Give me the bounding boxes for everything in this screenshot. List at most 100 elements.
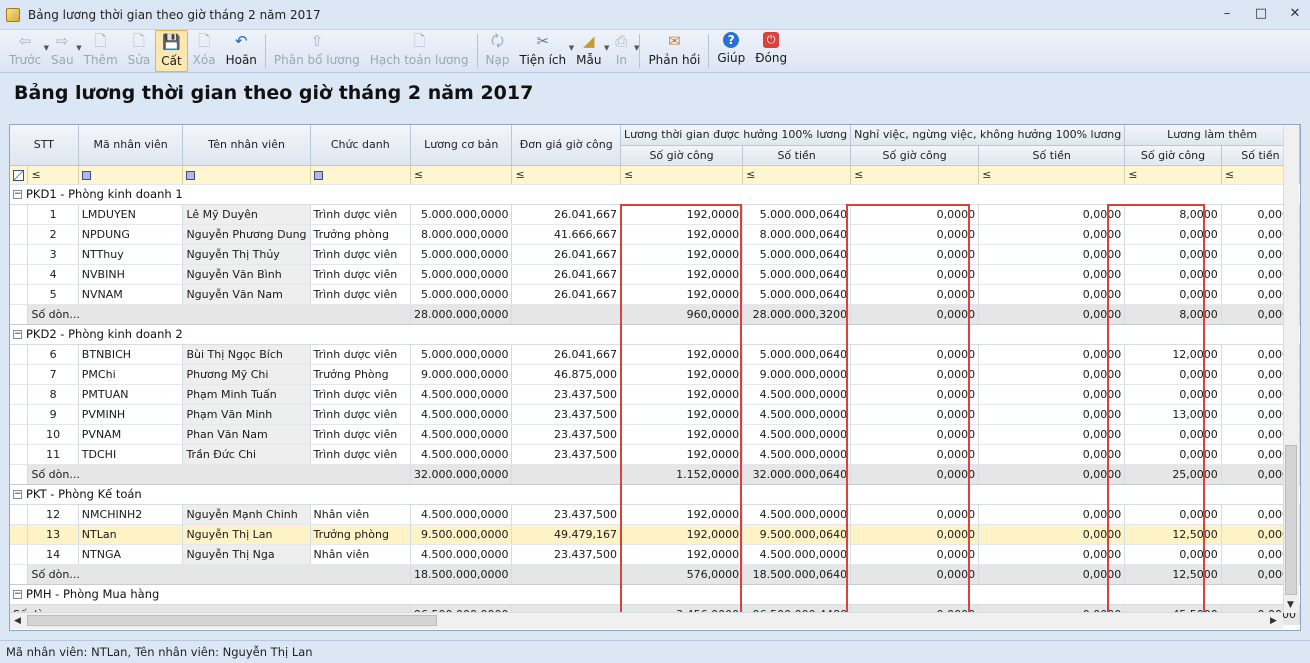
cell-sotien-100[interactable]: 5.000.000,0640 (742, 264, 852, 285)
cell-dongia[interactable]: 26.041,667 (511, 204, 621, 225)
help-button[interactable]: ? Giúp (712, 30, 750, 72)
cell-dongia[interactable]: 46.875,000 (511, 364, 621, 385)
cell-sotien-100[interactable]: 8.000.000,0640 (742, 224, 852, 245)
cell-ten[interactable]: Nguyễn Văn Bình (182, 264, 311, 285)
collapse-icon[interactable]: − (13, 190, 22, 199)
cell-sotien-nghi[interactable]: 0,0000 (978, 284, 1126, 305)
cell-stt[interactable]: 14 (27, 544, 79, 565)
cell-sogio-lamthem[interactable]: 0,0000 (1124, 224, 1222, 245)
cell-dongia[interactable]: 23.437,500 (511, 544, 621, 565)
cell-ma[interactable]: PMTUAN (78, 384, 184, 405)
vertical-scroll-thumb[interactable] (1285, 445, 1297, 595)
save-button[interactable]: 💾 Cất (155, 30, 188, 72)
col-header-ten[interactable]: Tên nhân viên (182, 125, 311, 166)
cell-ten[interactable]: Nguyễn Văn Nam (182, 284, 311, 305)
cell-stt[interactable]: 5 (27, 284, 79, 305)
cell-ma[interactable]: PVMINH (78, 404, 184, 425)
cell-luong[interactable]: 5.000.000,0000 (410, 264, 513, 285)
cell-ma[interactable]: NTNGA (78, 544, 184, 565)
cell-luong[interactable]: 5.000.000,0000 (410, 204, 513, 225)
cell-stt[interactable]: 9 (27, 404, 79, 425)
cell-luong[interactable]: 9.500.000,0000 (410, 524, 513, 545)
cell-stt[interactable]: 2 (27, 224, 79, 245)
cell-ma[interactable]: NTThuy (78, 244, 184, 265)
allocate-button[interactable]: ⇧ Phân bổ lương (269, 30, 365, 72)
table-row[interactable]: 6 BTNBICH Bùi Thị Ngọc Bích Trình dược viên… (10, 344, 1300, 365)
cell-stt[interactable]: 6 (27, 344, 79, 365)
filter-sotien-1[interactable]: ≤ (742, 165, 852, 185)
filter-dongia[interactable]: ≤ (511, 165, 621, 185)
cell-sogio-nghi[interactable]: 0,0000 (850, 224, 980, 245)
cell-chuc[interactable]: Trình dược viên (310, 384, 411, 405)
cell-luong[interactable]: 5.000.000,0000 (410, 284, 513, 305)
cell-sogio-nghi[interactable]: 0,0000 (850, 364, 980, 385)
cell-chuc[interactable]: Trình dược viên (310, 404, 411, 425)
table-row[interactable]: 2 NPDUNG Nguyễn Phương Dung Trưởng phòng 8.0… (10, 224, 1300, 245)
table-row[interactable]: 10 PVNAM Phan Văn Nam Trình dược viên 4.500.… (10, 424, 1300, 445)
cell-sogio-100[interactable]: 192,0000 (620, 384, 744, 405)
undo-button[interactable]: ↶ Hoãn (221, 30, 262, 72)
cell-sogio-nghi[interactable]: 0,0000 (850, 504, 980, 525)
cell-sotien-nghi[interactable]: 0,0000 (978, 264, 1126, 285)
cell-sogio-lamthem[interactable]: 0,0000 (1124, 384, 1222, 405)
cell-ten[interactable]: Phạm Minh Tuấn (182, 384, 311, 405)
cell-sogio-lamthem[interactable]: 0,0000 (1124, 284, 1222, 305)
collapse-icon[interactable]: − (13, 490, 22, 499)
cell-ten[interactable]: Nguyễn Thị Lan (182, 524, 311, 545)
cell-chuc[interactable]: Trưởng Phòng (310, 364, 411, 385)
cell-chuc[interactable]: Trình dược viên (310, 344, 411, 365)
template-button[interactable]: ◢ Mẫu ▼ (571, 30, 609, 72)
cell-sogio-100[interactable]: 192,0000 (620, 204, 744, 225)
cell-stt[interactable]: 12 (27, 504, 79, 525)
cell-ten[interactable]: Bùi Thị Ngọc Bích (182, 344, 311, 365)
cell-sogio-lamthem[interactable]: 0,0000 (1124, 364, 1222, 385)
cell-sotien-nghi[interactable]: 0,0000 (978, 424, 1126, 445)
filter-sogio-1[interactable]: ≤ (620, 165, 744, 185)
cell-sotien-nghi[interactable]: 0,0000 (978, 444, 1126, 465)
cell-sogio-nghi[interactable]: 0,0000 (850, 544, 980, 565)
close-window-button[interactable]: ✕ (1286, 6, 1304, 22)
cell-chuc[interactable]: Trình dược viên (310, 244, 411, 265)
cell-chuc[interactable]: Trưởng phòng (310, 524, 411, 545)
cell-stt[interactable]: 1 (27, 204, 79, 225)
col-header-ma[interactable]: Mã nhân viên (78, 125, 184, 166)
cell-chuc[interactable]: Nhân viên (310, 544, 411, 565)
table-row[interactable]: 14 NTNGA Nguyễn Thị Nga Nhân viên 4.500.000,… (10, 544, 1300, 565)
cell-ma[interactable]: TDCHI (78, 444, 184, 465)
cell-stt[interactable]: 11 (27, 444, 79, 465)
horizontal-scroll-thumb[interactable] (27, 615, 437, 626)
cell-sotien-nghi[interactable]: 0,0000 (978, 204, 1126, 225)
cell-sogio-100[interactable]: 192,0000 (620, 444, 744, 465)
cell-ten[interactable]: Trần Đức Chi (182, 444, 311, 465)
cell-stt[interactable]: 3 (27, 244, 79, 265)
cell-ten[interactable]: Phan Văn Nam (182, 424, 311, 445)
cell-dongia[interactable]: 23.437,500 (511, 504, 621, 525)
cell-chuc[interactable]: Trình dược viên (310, 444, 411, 465)
cell-dongia[interactable]: 23.437,500 (511, 384, 621, 405)
cell-sogio-lamthem[interactable]: 8,0000 (1124, 204, 1222, 225)
table-row[interactable]: 12 NMCHINH2 Nguyễn Mạnh Chinh Nhân viên 4.50… (10, 504, 1300, 525)
cell-sotien-100[interactable]: 4.500.000,0000 (742, 504, 852, 525)
cell-sogio-100[interactable]: 192,0000 (620, 544, 744, 565)
feedback-button[interactable]: ✉ Phản hồi (643, 30, 705, 72)
table-row[interactable]: 7 PMChi Phương Mỹ Chi Trưởng Phòng 9.000.000… (10, 364, 1300, 385)
collapse-icon[interactable]: − (13, 330, 22, 339)
filter-ma[interactable] (78, 165, 184, 185)
cell-ten[interactable]: Lê Mỹ Duyên (182, 204, 311, 225)
cell-sogio-100[interactable]: 192,0000 (620, 424, 744, 445)
table-row[interactable]: 11 TDCHI Trần Đức Chi Trình dược viên 4.500.… (10, 444, 1300, 465)
cell-ten[interactable]: Phạm Văn Minh (182, 404, 311, 425)
col-header-luong[interactable]: Lương cơ bản (410, 125, 513, 166)
cell-sogio-nghi[interactable]: 0,0000 (850, 524, 980, 545)
cell-luong[interactable]: 5.000.000,0000 (410, 344, 513, 365)
table-row[interactable]: 5 NVNAM Nguyễn Văn Nam Trình dược viên 5.000… (10, 284, 1300, 305)
cell-sotien-nghi[interactable]: 0,0000 (978, 544, 1126, 565)
cell-ten[interactable]: Nguyễn Mạnh Chinh (182, 504, 311, 525)
edit-button[interactable]: 🗋 Sửa (123, 30, 156, 72)
cell-sogio-nghi[interactable]: 0,0000 (850, 424, 980, 445)
cell-dongia[interactable]: 41.666,667 (511, 224, 621, 245)
cell-dongia[interactable]: 26.041,667 (511, 244, 621, 265)
table-row[interactable]: 8 PMTUAN Phạm Minh Tuấn Trình dược viên 4.50… (10, 384, 1300, 405)
cell-sotien-100[interactable]: 4.500.000,0000 (742, 384, 852, 405)
filter-sotien-2[interactable]: ≤ (978, 165, 1126, 185)
